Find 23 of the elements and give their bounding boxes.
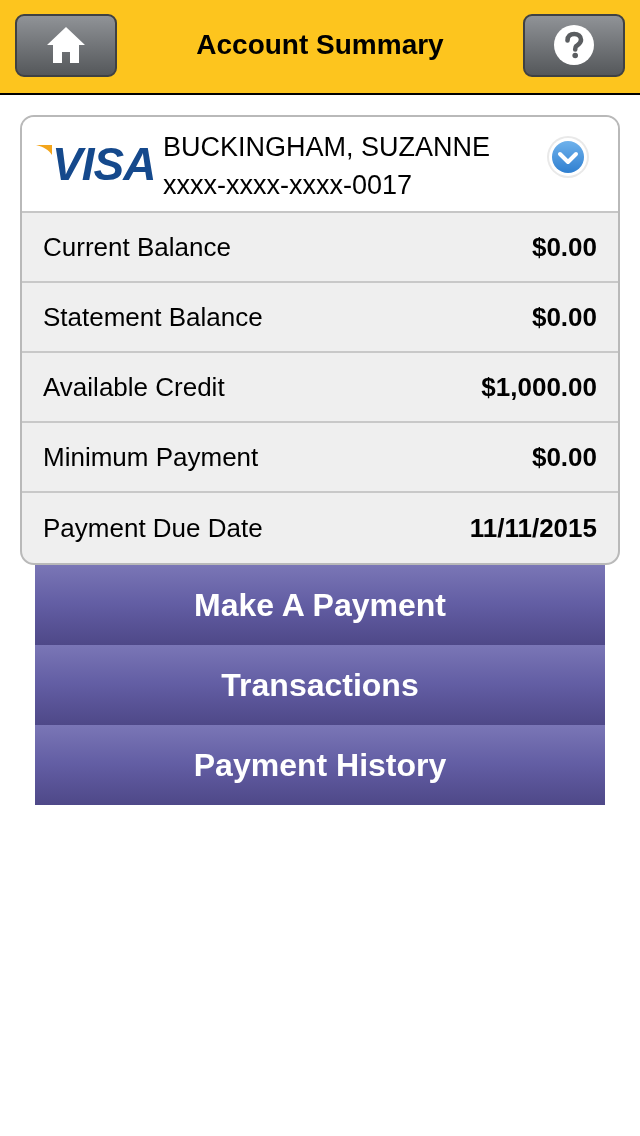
screen-title: Account Summary (196, 31, 444, 59)
visa-logo: VISA (52, 139, 156, 189)
detail-value: $0.00 (531, 440, 597, 474)
help-icon (554, 25, 594, 65)
swoosh-icon (36, 145, 52, 155)
cardholder-name: BUCKINGHAM, SUZANNE (163, 130, 492, 164)
detail-value: 11/11/2015 (469, 511, 597, 545)
chevron-down-icon[interactable] (546, 135, 590, 179)
home-icon (47, 27, 85, 63)
help-button[interactable] (523, 13, 625, 77)
card-number: xxxx-xxxx-xxxx-0017 (163, 168, 414, 202)
action-button[interactable]: Payment History (35, 725, 605, 805)
detail-label: Payment Due Date (43, 511, 263, 545)
detail-label: Available Credit (43, 370, 225, 404)
detail-label: Minimum Payment (43, 440, 259, 474)
detail-value: $0.00 (531, 300, 597, 334)
detail-value: $1,000.00 (481, 370, 597, 404)
home-button[interactable] (15, 13, 117, 77)
detail-value: $0.00 (531, 230, 597, 264)
action-button[interactable]: Make A Payment (35, 565, 605, 645)
action-button[interactable]: Transactions (35, 645, 605, 725)
detail-label: Statement Balance (43, 300, 263, 334)
detail-label: Current Balance (43, 230, 231, 264)
